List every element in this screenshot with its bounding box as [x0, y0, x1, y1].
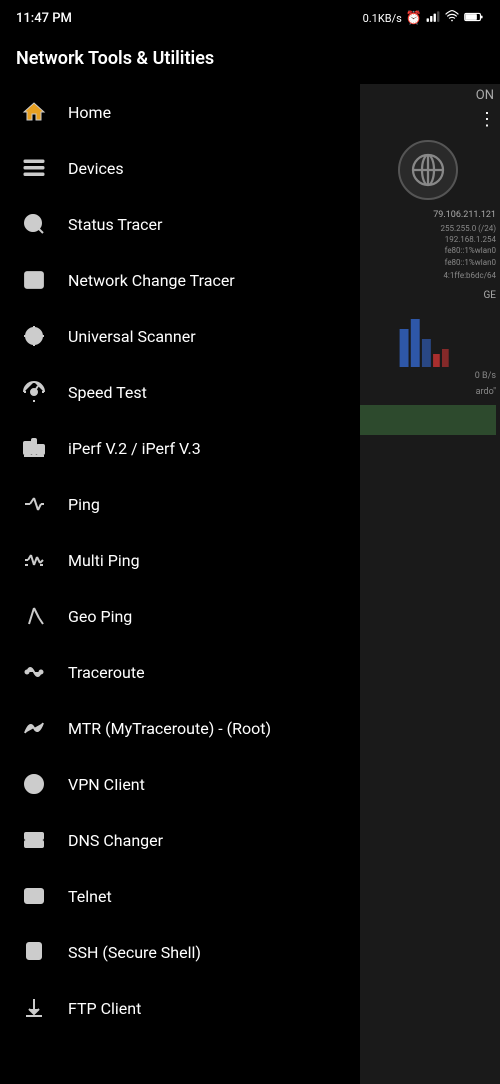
vpn-client-label: VPN CIient: [68, 775, 145, 794]
devices-label: Devices: [68, 159, 124, 178]
network-change-tracer-label: Network Change Tracer: [68, 271, 235, 290]
on-badge: ON: [355, 84, 500, 107]
network-type: GE: [355, 282, 500, 305]
ping-icon: [20, 490, 48, 518]
sidebar-item-devices[interactable]: Devices: [0, 140, 360, 196]
wifi-icon: [444, 10, 460, 27]
more-options-button[interactable]: ⋮: [355, 107, 500, 132]
sidebar-item-mtr[interactable]: MTR (MyTraceroute) - (Root): [0, 700, 360, 756]
mtr-label: MTR (MyTraceroute) - (Root): [68, 719, 271, 738]
status-tracer-label: Status Tracer: [68, 215, 162, 234]
network-change-tracer-icon: [20, 266, 48, 294]
universal-scanner-label: Universal Scanner: [68, 327, 196, 346]
status-tracer-icon: [20, 210, 48, 238]
sidebar-item-geo-ping[interactable]: Geo Ping: [0, 588, 360, 644]
sidebar-item-dns-changer[interactable]: DNS Changer: [0, 812, 360, 868]
iperf-icon: [20, 434, 48, 462]
ssh-icon: [20, 938, 48, 966]
main-layout: ON ⋮ 79.106.211.121 255.255.0 (/24) 192.…: [0, 84, 500, 1084]
sidebar-item-ping[interactable]: Ping: [0, 476, 360, 532]
speed-value: 0 B/s: [355, 369, 500, 383]
sidebar-item-iperf[interactable]: iPerf V.2 / iPerf V.3: [0, 420, 360, 476]
mtr-icon: [20, 714, 48, 742]
hostname: ardo": [355, 383, 500, 401]
ip-address: 79.106.211.121: [355, 208, 500, 222]
green-bar: [359, 405, 496, 435]
status-bar: 11:47 PM 0.1KB/s ⏰: [0, 0, 500, 32]
sidebar-item-ftp-client[interactable]: FTP Client: [0, 980, 360, 1036]
geo-ping-icon: [20, 602, 48, 630]
status-time: 11:47 PM: [16, 11, 72, 26]
home-icon: [20, 98, 48, 126]
navigation-drawer: Home Devices Status Tracer: [0, 84, 360, 1084]
dns-changer-icon: [20, 826, 48, 854]
sidebar-item-speed-test[interactable]: Speed Test: [0, 364, 360, 420]
ftp-client-icon: [20, 994, 48, 1022]
sidebar-item-vpn-client[interactable]: VPN CIient: [0, 756, 360, 812]
speed-test-icon: [20, 378, 48, 406]
speed-chart: [355, 309, 500, 369]
devices-icon: [20, 154, 48, 182]
universal-scanner-icon: [20, 322, 48, 350]
sidebar-item-home[interactable]: Home: [0, 84, 360, 140]
battery-icon: [464, 10, 484, 27]
sidebar-item-status-tracer[interactable]: Status Tracer: [0, 196, 360, 252]
vpn-client-icon: [20, 770, 48, 798]
speed-test-label: Speed Test: [68, 383, 147, 402]
telnet-icon: [20, 882, 48, 910]
sidebar-item-ssh[interactable]: SSH (Secure Shell): [0, 924, 360, 980]
subnet-info: 255.255.0 (/24) 192.168.1.254 fe80::1%wl…: [355, 222, 500, 269]
multi-ping-label: Multi Ping: [68, 551, 140, 570]
app-title: Network Tools & Utilities: [16, 48, 214, 69]
traceroute-label: Traceroute: [68, 663, 145, 682]
ftp-client-label: FTP Client: [68, 999, 141, 1018]
traceroute-icon: [20, 658, 48, 686]
telnet-label: Telnet: [68, 887, 112, 906]
geo-ping-label: Geo Ping: [68, 607, 132, 626]
sidebar-item-multi-ping[interactable]: Multi Ping: [0, 532, 360, 588]
signal-icon: [426, 9, 440, 27]
alarm-icon: ⏰: [406, 11, 422, 26]
home-label: Home: [68, 103, 111, 122]
app-header: Network Tools & Utilities: [0, 32, 500, 84]
more-ip: 4:1ffe:b6dc/64: [355, 269, 500, 282]
status-right: 0.1KB/s ⏰: [363, 9, 484, 27]
network-speed: 0.1KB/s: [363, 12, 402, 25]
sidebar-item-telnet[interactable]: Telnet: [0, 868, 360, 924]
background-content: ON ⋮ 79.106.211.121 255.255.0 (/24) 192.…: [355, 84, 500, 1084]
iperf-label: iPerf V.2 / iPerf V.3: [68, 439, 201, 458]
sidebar-item-network-change-tracer[interactable]: Network Change Tracer: [0, 252, 360, 308]
globe-icon: [398, 140, 458, 200]
multi-ping-icon: [20, 546, 48, 574]
ping-label: Ping: [68, 495, 100, 514]
ssh-label: SSH (Secure Shell): [68, 943, 201, 962]
dns-changer-label: DNS Changer: [68, 831, 163, 850]
sidebar-item-traceroute[interactable]: Traceroute: [0, 644, 360, 700]
sidebar-item-universal-scanner[interactable]: Universal Scanner: [0, 308, 360, 364]
